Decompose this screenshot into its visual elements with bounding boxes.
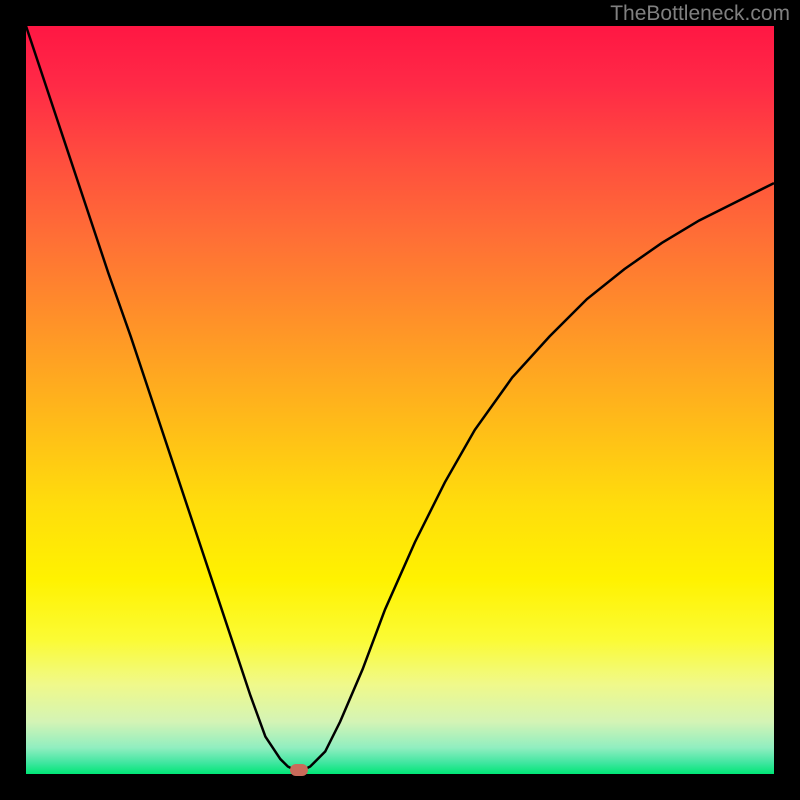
bottleneck-curve xyxy=(26,26,774,774)
bottleneck-marker xyxy=(290,764,308,776)
chart-plot-area xyxy=(26,26,774,774)
watermark-text: TheBottleneck.com xyxy=(610,2,790,26)
